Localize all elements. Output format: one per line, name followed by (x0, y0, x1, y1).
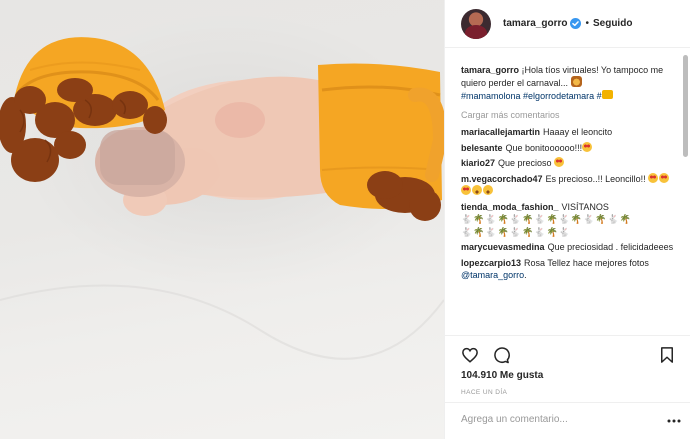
avatar[interactable] (461, 8, 491, 39)
hashtag-crown[interactable]: # (597, 91, 602, 101)
verified-badge-icon (570, 18, 582, 29)
caption-username[interactable]: tamara_gorro (461, 65, 519, 75)
comment-item: lopezcarpio13 Rosa Tellez hace mejores fo… (461, 257, 680, 282)
comments-section[interactable]: tamara_gorro ¡Hola tíos virtuales! Yo ta… (461, 48, 680, 335)
comment-mention[interactable]: @tamara_gorro (461, 270, 524, 280)
likes-count[interactable]: 104.910 Me gusta (461, 370, 543, 381)
smile-emoji-icon (483, 185, 493, 195)
heart-outline-icon[interactable] (461, 346, 479, 364)
heart-eyes-emoji-icon (648, 172, 659, 183)
follow-status-button[interactable]: Seguido (593, 18, 632, 29)
caption-hashtags: #mamamolona #elgorrodetamara # (461, 90, 680, 102)
comment-item: belesante Que bonitoooooo!!! (461, 141, 680, 155)
load-more-comments-link[interactable]: Cargar más comentarios (461, 110, 680, 120)
comment-text: Es precioso..!! Leoncillo!! (545, 173, 646, 184)
comment-item: mariacallejamartin Haaay el leoncito (461, 126, 680, 139)
comment-text: VISÍTANOS (561, 201, 609, 212)
comment-username[interactable]: belesante (461, 143, 503, 153)
header-username[interactable]: tamara_gorro (503, 18, 567, 29)
rabbit-palm-emoji-row: 🐇🌴🐇🌴🐇🌴🐇🌴🐇 (461, 226, 571, 237)
crown-emoji-icon (601, 90, 613, 99)
smile-emoji-icon (472, 185, 482, 195)
comments-scrollbar[interactable] (683, 55, 688, 157)
comment-username[interactable]: tienda_moda_fashion_ (461, 202, 559, 212)
comment-item: tienda_moda_fashion_ VISÍTANOS 🐇🌴🐇🌴🐇🌴🐇🌴🐇🌴… (461, 201, 680, 239)
comment-username[interactable]: kiario27 (461, 158, 495, 168)
heart-eyes-emoji-icon (461, 185, 471, 195)
comment-username[interactable]: marycuevasmedina (461, 242, 545, 252)
bookmark-icon[interactable] (658, 346, 676, 364)
baby-lion-costume-photo (0, 37, 444, 360)
post-caption: tamara_gorro ¡Hola tíos virtuales! Yo ta… (461, 64, 680, 89)
add-comment-bar (445, 402, 690, 439)
comment-text: Haaay el leoncito (543, 127, 613, 137)
comment-text: Rosa Tellez hace mejores fotos (524, 257, 649, 268)
speech-bubble-icon[interactable] (492, 346, 510, 364)
post-actions: 104.910 Me gusta Hace un día (445, 335, 690, 439)
post-photo[interactable] (0, 0, 444, 439)
comment-text-end: . (524, 270, 527, 280)
comment-input[interactable] (461, 414, 636, 425)
comment-username[interactable]: lopezcarpio13 (461, 258, 521, 268)
post-header: tamara_gorro • Seguido (445, 0, 690, 48)
hashtag-mamamolona[interactable]: #mamamolona (461, 91, 521, 101)
heart-eyes-emoji-icon (554, 157, 565, 167)
comment-item: m.vegacorchado47 Es precioso..!! Leoncill… (461, 172, 680, 198)
comment-list: mariacallejamartin Haaay el leoncito bele… (461, 126, 680, 282)
comment-text: Que preciosidad . felicidadeees (547, 242, 674, 252)
more-options-icon[interactable] (667, 419, 681, 423)
comment-text: Que precioso (498, 158, 552, 168)
header-separator: • (585, 18, 589, 29)
comment-item: kiario27 Que precioso (461, 157, 680, 170)
heart-eyes-emoji-icon (659, 172, 670, 183)
comment-item: marycuevasmedina Que preciosidad . felici… (461, 241, 680, 254)
comment-username[interactable]: mariacallejamartin (461, 127, 540, 137)
hashtag-elgorrodetamara[interactable]: #elgorrodetamara (523, 91, 594, 101)
lion-emoji-icon (570, 76, 582, 87)
post-details-panel: tamara_gorro • Seguido tamara_gorro ¡Hol… (444, 0, 690, 439)
heart-eyes-emoji-icon (582, 141, 593, 152)
rabbit-palm-emoji-row: 🐇🌴🐇🌴🐇🌴🐇🌴🐇🌴🐇🌴🐇🌴 (461, 214, 632, 224)
post-timestamp: Hace un día (461, 389, 508, 396)
comment-username[interactable]: m.vegacorchado47 (461, 174, 543, 184)
comment-text: Que bonitoooooo!!! (505, 142, 583, 153)
